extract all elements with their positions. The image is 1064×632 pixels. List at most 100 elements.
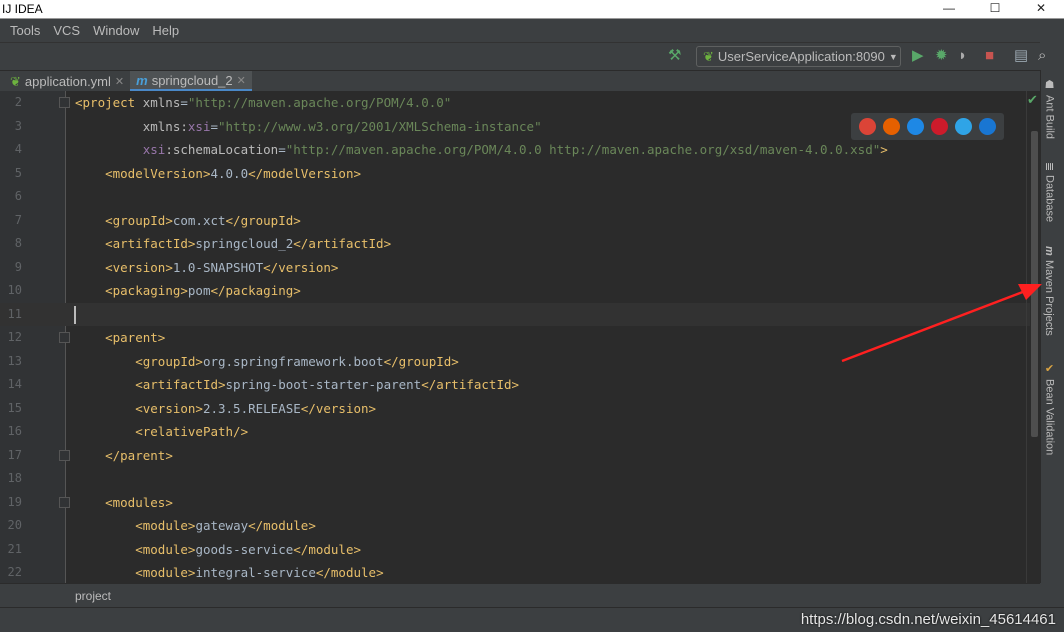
code-line[interactable]: 22 <module>integral-service</module> xyxy=(0,561,1030,583)
fold-marker-icon[interactable] xyxy=(59,332,70,343)
code-text: <packaging>pom</packaging> xyxy=(75,279,301,303)
line-number: 14 xyxy=(7,377,22,391)
ant-icon: ☗ xyxy=(1043,78,1055,91)
tool-bean-validation[interactable]: ✔ Bean Validation xyxy=(1043,362,1056,455)
close-tab-icon[interactable]: ✕ xyxy=(237,74,246,87)
code-line[interactable]: 16 <relativePath/> xyxy=(0,420,1030,444)
line-number: 11 xyxy=(7,306,22,321)
tool-ant-build[interactable]: ☗ Ant Build xyxy=(1043,78,1056,139)
code-line[interactable]: 7 <groupId>com.xct</groupId> xyxy=(0,209,1030,233)
fold-marker-icon[interactable] xyxy=(59,496,70,508)
code-line[interactable]: 8 <artifactId>springcloud_2</artifactId> xyxy=(0,232,1030,256)
right-tool-window-bar: ☗ Ant Build ≣ Database m Maven Projects ✔ Be… xyxy=(1040,70,1064,583)
maven-m-icon: m xyxy=(136,72,148,88)
build-hammer-icon[interactable]: ⚒ xyxy=(668,47,681,65)
close-tab-icon[interactable]: ✕ xyxy=(115,75,124,88)
opera-icon[interactable] xyxy=(931,118,949,135)
search-icon[interactable]: ⌕ xyxy=(1038,47,1046,65)
tool-maven-projects[interactable]: m Maven Projects xyxy=(1043,246,1055,336)
firefox-icon[interactable] xyxy=(882,118,900,135)
tool-label: Maven Projects xyxy=(1043,259,1055,336)
editor-tabs: ❦ application.yml ✕ m springcloud_2 ✕ xyxy=(0,70,1040,92)
code-line[interactable]: 2 <project xmlns="http://maven.apache.org… xyxy=(0,91,1030,115)
run-icon[interactable]: ▶ xyxy=(912,47,924,65)
close-button[interactable]: ✕ xyxy=(1018,0,1064,16)
code-line[interactable]: 13 <groupId>org.springframework.boot</gr… xyxy=(0,350,1030,374)
ie-icon[interactable] xyxy=(955,118,973,135)
code-line[interactable]: 20 <module>gateway</module> xyxy=(0,514,1030,538)
tab-springcloud-2[interactable]: m springcloud_2 ✕ xyxy=(130,71,252,92)
code-token: xsi xyxy=(187,118,211,134)
code-token: </version> xyxy=(263,259,339,275)
code-token: </module> xyxy=(293,541,362,557)
code-line[interactable]: 6 xyxy=(0,185,1030,209)
code-line[interactable]: 9 <version>1.0-SNAPSHOT</version> xyxy=(0,256,1030,280)
stop-icon[interactable]: ■ xyxy=(985,47,994,65)
code-line[interactable]: 5 <modelVersion>4.0.0</modelVersion> xyxy=(0,162,1030,186)
code-token: :schemaLocation xyxy=(165,142,279,157)
maximize-button[interactable]: ☐ xyxy=(972,0,1018,16)
code-line[interactable]: 12 <parent> xyxy=(0,326,1030,350)
coverage-icon[interactable]: ◗ xyxy=(958,47,967,65)
code-token: </groupId> xyxy=(383,353,459,369)
code-text: xsi:schemaLocation="http://maven.apache.… xyxy=(75,138,888,162)
code-text: <artifactId>spring-boot-starter-parent</… xyxy=(75,373,519,397)
right-margin-guide xyxy=(1026,91,1027,583)
menu-bar: Tools VCS Window Help xyxy=(0,19,1064,42)
safari-icon[interactable] xyxy=(906,118,924,135)
code-token: </modelVersion> xyxy=(248,165,361,181)
code-token: xmlns xyxy=(142,95,181,110)
tool-label: Bean Validation xyxy=(1043,379,1056,456)
code-token: org.springframework.boot xyxy=(202,353,384,369)
edge-icon[interactable] xyxy=(979,118,997,135)
menu-tools[interactable]: Tools xyxy=(10,23,40,38)
line-number: 3 xyxy=(14,118,22,133)
code-line[interactable]: 17 </parent> xyxy=(0,444,1030,468)
code-token: 2.3.5.RELEASE xyxy=(202,400,301,416)
code-line[interactable]: 21 <module>goods-service</module> xyxy=(0,538,1030,562)
minimize-button[interactable]: — xyxy=(926,0,972,16)
line-number: 18 xyxy=(7,471,22,485)
code-line[interactable]: 11 xyxy=(0,302,1030,326)
breadcrumb-item[interactable]: project xyxy=(75,589,111,603)
code-line[interactable]: 4 xsi:schemaLocation="http://maven.apach… xyxy=(0,138,1030,162)
code-text: <parent> xyxy=(75,326,165,350)
no-problems-check-icon: ✔ xyxy=(1027,92,1038,107)
code-line[interactable]: 18 xyxy=(0,467,1030,491)
watermark: https://blog.csdn.net/weixin_45614461 xyxy=(800,611,1056,628)
line-number: 15 xyxy=(7,400,22,415)
code-line[interactable]: 15 <version>2.3.5.RELEASE</version> xyxy=(0,397,1030,421)
code-token: xmlns: xyxy=(142,118,188,134)
fold-marker-icon[interactable] xyxy=(59,449,70,461)
code-token: "http://www.w3.org/2001/XMLSchema-instan… xyxy=(218,118,542,134)
code-token: </packaging> xyxy=(210,283,301,298)
code-token: <groupId> xyxy=(105,212,173,228)
code-text: <version>1.0-SNAPSHOT</version> xyxy=(75,256,338,280)
chrome-icon[interactable] xyxy=(858,118,876,135)
project-structure-icon[interactable]: ▤ xyxy=(1014,47,1028,65)
menu-window[interactable]: Window xyxy=(93,23,139,38)
code-text: <module>goods-service</module> xyxy=(75,538,361,562)
code-token: <artifactId> xyxy=(105,236,196,251)
menu-help[interactable]: Help xyxy=(152,23,179,38)
menu-vcs[interactable]: VCS xyxy=(53,23,80,38)
code-token: 1.0-SNAPSHOT xyxy=(172,259,264,275)
fold-marker-icon[interactable] xyxy=(59,97,70,108)
code-line[interactable]: 19 <modules> xyxy=(0,491,1030,515)
code-token: <module> xyxy=(135,518,196,533)
code-line[interactable]: 14 <artifactId>spring-boot-starter-paren… xyxy=(0,373,1030,397)
run-configuration-select[interactable]: ❦ UserServiceApplication:8090 ▼ xyxy=(696,46,901,67)
tab-application-yml[interactable]: ❦ application.yml ✕ xyxy=(0,71,130,92)
line-number: 16 xyxy=(7,424,22,438)
tool-database[interactable]: ≣ Database xyxy=(1043,162,1056,222)
code-line[interactable]: 10 <packaging>pom</packaging> xyxy=(0,279,1030,303)
debug-icon[interactable]: ✹ xyxy=(935,47,948,65)
vertical-scrollbar[interactable] xyxy=(1031,131,1038,437)
code-editor[interactable]: 2 <project xmlns="http://maven.apache.org… xyxy=(0,91,1040,583)
